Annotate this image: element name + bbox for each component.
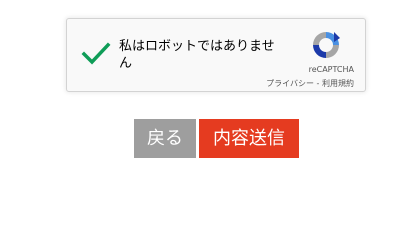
form-footer: 私はロボットではありません reCAPTCHA プライバシー - 利用規約 戻る…	[0, 0, 420, 204]
recaptcha-links: プライバシー - 利用規約	[266, 78, 354, 89]
recaptcha-widget: 私はロボットではありません reCAPTCHA プライバシー - 利用規約	[66, 18, 366, 92]
privacy-link[interactable]: プライバシー	[266, 79, 314, 88]
recaptcha-brand: reCAPTCHA	[308, 65, 354, 74]
back-button[interactable]: 戻る	[134, 119, 196, 158]
checkmark-icon[interactable]	[81, 41, 111, 65]
links-separator: -	[314, 79, 322, 88]
terms-link[interactable]: 利用規約	[322, 79, 354, 88]
recaptcha-logo-icon	[313, 32, 340, 58]
recaptcha-checkbox-label: 私はロボットではありません	[119, 39, 275, 71]
submit-button[interactable]: 内容送信	[199, 119, 299, 158]
